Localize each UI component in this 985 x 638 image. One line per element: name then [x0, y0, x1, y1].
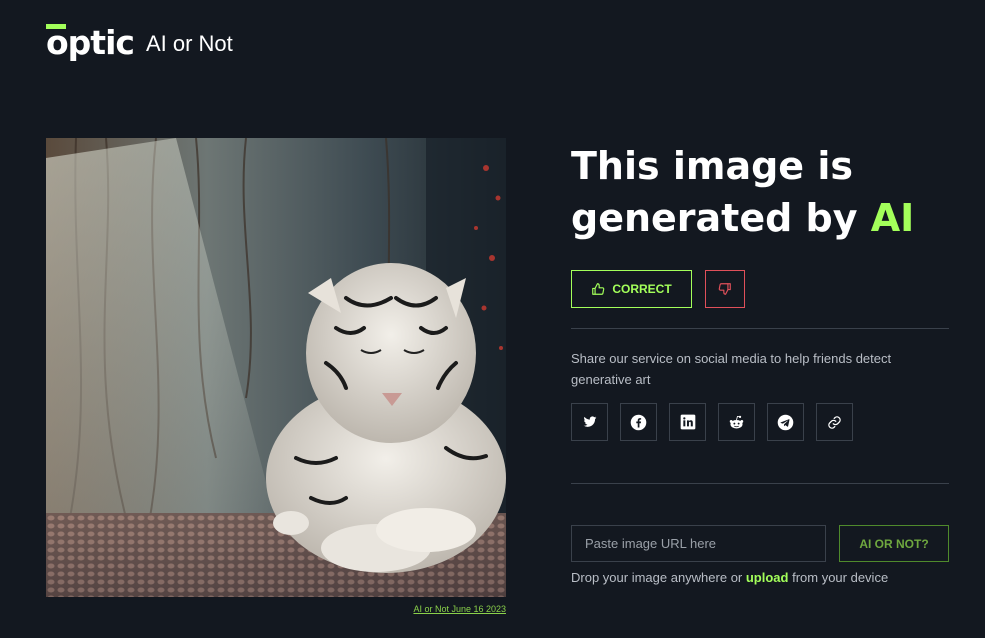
telegram-icon	[777, 414, 794, 430]
drop-instructions: Drop your image anywhere or upload from …	[571, 570, 888, 585]
drop-text-prefix: Drop your image anywhere or	[571, 570, 746, 585]
incorrect-button[interactable]	[705, 270, 745, 308]
app-logo[interactable]: optic AI or Not	[46, 21, 233, 61]
correct-button-label: CORRECT	[612, 282, 672, 296]
linkedin-icon	[680, 414, 695, 430]
result-title-accent: AI	[870, 196, 915, 240]
drop-text-suffix: from your device	[788, 570, 889, 585]
ai-or-not-button[interactable]: AI OR NOT?	[839, 525, 949, 562]
divider-bottom	[571, 483, 949, 484]
analyzed-image	[46, 138, 506, 597]
link-icon	[828, 415, 841, 429]
reddit-icon	[729, 415, 744, 429]
divider-top	[571, 328, 949, 329]
facebook-icon	[630, 414, 647, 430]
twitter-icon	[583, 416, 596, 427]
upload-link[interactable]: upload	[746, 570, 789, 585]
copy-link-button[interactable]	[816, 403, 853, 441]
share-text: Share our service on social media to hel…	[571, 351, 892, 387]
optic-logo: optic	[46, 22, 135, 62]
linkedin-share-button[interactable]	[669, 403, 706, 441]
result-title: This image is generated by AI	[571, 140, 951, 244]
reddit-share-button[interactable]	[718, 403, 755, 441]
correct-button[interactable]: CORRECT	[571, 270, 692, 308]
thumbs-down-icon	[718, 283, 731, 295]
feedback-buttons: CORRECT	[571, 270, 745, 308]
social-share-buttons	[571, 403, 853, 441]
image-caption-link[interactable]: AI or Not June 16 2023	[413, 604, 506, 614]
image-url-input[interactable]	[571, 525, 826, 562]
result-title-prefix: This image is generated by	[571, 144, 871, 240]
twitter-share-button[interactable]	[571, 403, 608, 441]
facebook-share-button[interactable]	[620, 403, 657, 441]
product-name: AI or Not	[145, 31, 233, 56]
thumbs-up-icon	[592, 283, 605, 295]
telegram-share-button[interactable]	[767, 403, 804, 441]
